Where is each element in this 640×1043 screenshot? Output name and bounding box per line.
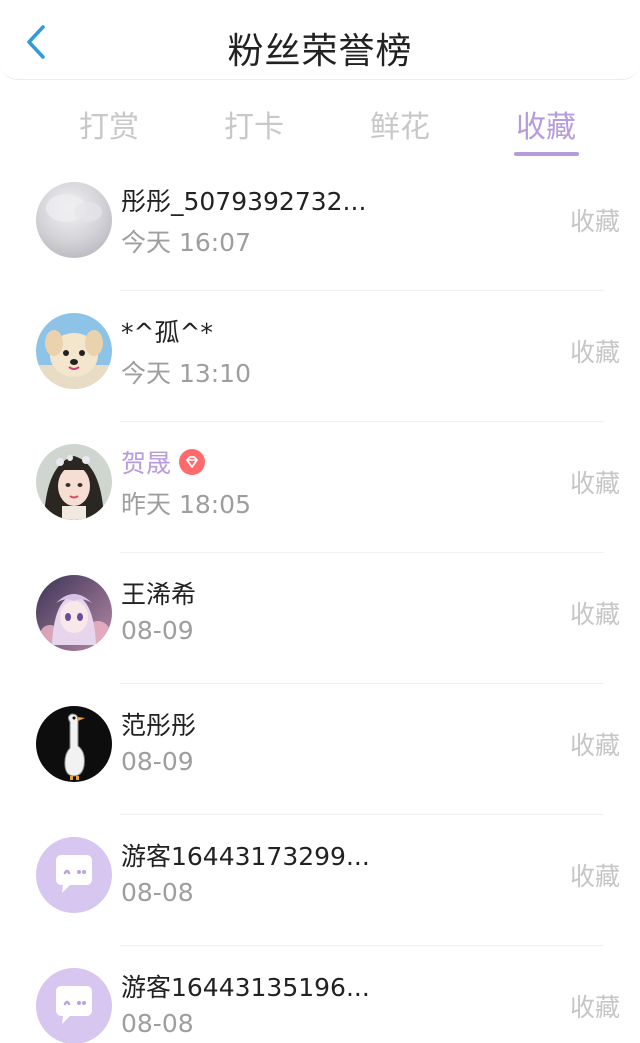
list-item[interactable]: *^孤^* 今天 13:10 收藏 <box>0 291 640 422</box>
action-time: 今天 13:10 <box>121 359 251 388</box>
user-name-text[interactable]: 贺晟 <box>121 444 171 480</box>
page-title: 粉丝荣誉榜 <box>227 31 413 72</box>
action-label: 收藏 <box>569 600 620 629</box>
tab-checkin[interactable]: 打卡 <box>199 102 309 146</box>
avatar[interactable] <box>36 575 112 651</box>
action-label: 收藏 <box>569 469 620 498</box>
list-item[interactable]: 游客16443135196... 08-08 收藏 <box>0 946 640 1043</box>
avatar[interactable] <box>36 837 112 913</box>
goose-avatar <box>36 706 112 782</box>
tab-bar: 打赏 打卡 鲜花 收藏 <box>0 96 640 160</box>
list-item[interactable]: 游客16443173299... 08-08 收藏 <box>0 815 640 946</box>
guest-avatar <box>36 837 112 913</box>
header-bar: 粉丝荣誉榜 <box>0 0 640 80</box>
guest-avatar <box>36 968 112 1043</box>
action-label: 收藏 <box>569 862 620 891</box>
user-name[interactable]: 范彤彤 <box>121 706 196 742</box>
avatar[interactable] <box>36 706 112 782</box>
tab-reward[interactable]: 打赏 <box>54 102 164 146</box>
list-item[interactable]: 范彤彤 08-09 收藏 <box>0 684 640 815</box>
fan-honor-page: 粉丝荣誉榜 打赏 打卡 鲜花 收藏 彤彤_5079392732... 今天 16… <box>0 0 640 1043</box>
user-name[interactable]: *^孤^* <box>121 313 213 349</box>
avatar[interactable] <box>36 313 112 389</box>
user-name[interactable]: 王浠希 <box>121 575 196 611</box>
girl-avatar <box>36 444 112 520</box>
action-time: 08-08 <box>121 878 194 907</box>
user-name[interactable]: 彤彤_5079392732... <box>121 182 366 218</box>
action-time: 今天 16:07 <box>121 228 251 257</box>
fan-list[interactable]: 彤彤_5079392732... 今天 16:07 收藏 *^孤^* 今天 13… <box>0 160 640 1043</box>
puppy-avatar <box>36 313 112 389</box>
action-time: 08-09 <box>121 747 194 776</box>
gray-avatar <box>36 182 112 258</box>
anime-avatar <box>36 575 112 651</box>
diamond-icon <box>179 449 206 475</box>
user-name[interactable]: 游客16443135196... <box>121 968 370 1004</box>
avatar[interactable] <box>36 182 112 258</box>
avatar[interactable] <box>36 968 112 1043</box>
active-tab-indicator <box>514 152 579 156</box>
action-time: 08-08 <box>121 1009 194 1038</box>
list-item[interactable]: 贺晟 昨天 18:05 收藏 <box>0 422 640 553</box>
list-item[interactable]: 王浠希 08-09 收藏 <box>0 553 640 684</box>
action-time: 08-09 <box>121 616 194 645</box>
action-label: 收藏 <box>569 731 620 760</box>
avatar[interactable] <box>36 444 112 520</box>
tab-favorites[interactable]: 收藏 <box>491 102 601 146</box>
user-name[interactable]: 贺晟 <box>121 444 206 480</box>
action-label: 收藏 <box>569 338 620 367</box>
action-time: 昨天 18:05 <box>121 490 251 519</box>
user-name[interactable]: 游客16443173299... <box>121 837 370 873</box>
action-label: 收藏 <box>569 993 620 1022</box>
tab-flowers[interactable]: 鲜花 <box>345 102 455 146</box>
action-label: 收藏 <box>569 207 620 236</box>
list-item[interactable]: 彤彤_5079392732... 今天 16:07 收藏 <box>0 160 640 291</box>
